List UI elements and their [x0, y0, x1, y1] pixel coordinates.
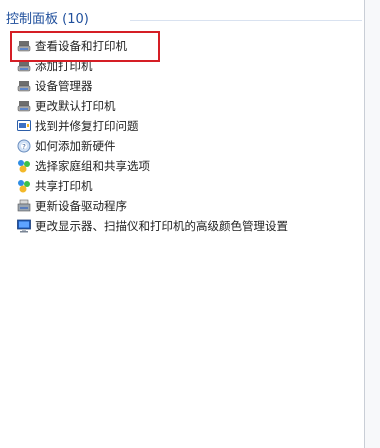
list-item-color-management[interactable]: 更改显示器、扫描仪和打印机的高级颜色管理设置 — [16, 216, 362, 236]
list-item-fix-printing-problems[interactable]: 找到并修复打印问题 — [16, 116, 362, 136]
search-results-panel: 控制面板 (10) 查看设备和打印机 添加打印机 设备管理器 更改默认打印机 找… — [0, 0, 364, 448]
svg-text:?: ? — [22, 143, 26, 151]
list-item-label: 更改显示器、扫描仪和打印机的高级颜色管理设置 — [35, 219, 288, 233]
troubleshoot-icon — [16, 118, 32, 134]
device-driver-icon — [16, 198, 32, 214]
result-list: 查看设备和打印机 添加打印机 设备管理器 更改默认打印机 找到并修复打印问题 ?… — [16, 36, 362, 236]
homegroup-icon — [16, 178, 32, 194]
monitor-icon — [16, 218, 32, 234]
list-item-label: 更新设备驱动程序 — [35, 199, 127, 213]
printer-devices-icon — [16, 38, 32, 54]
help-icon: ? — [16, 138, 32, 154]
list-item-add-printer[interactable]: 添加打印机 — [16, 56, 362, 76]
list-item-update-drivers[interactable]: 更新设备驱动程序 — [16, 196, 362, 216]
list-item-how-to-add-hardware[interactable]: ? 如何添加新硬件 — [16, 136, 362, 156]
printer-devices-icon — [16, 58, 32, 74]
list-item-label: 共享打印机 — [35, 179, 93, 193]
list-item-device-manager[interactable]: 设备管理器 — [16, 76, 362, 96]
list-item-label: 查看设备和打印机 — [35, 39, 127, 53]
list-item-label: 找到并修复打印问题 — [35, 119, 139, 133]
list-item-view-devices-printers[interactable]: 查看设备和打印机 — [16, 36, 362, 56]
list-item-share-printer[interactable]: 共享打印机 — [16, 176, 362, 196]
homegroup-icon — [16, 158, 32, 174]
list-item-label: 选择家庭组和共享选项 — [35, 159, 150, 173]
list-item-label: 设备管理器 — [35, 79, 93, 93]
list-item-change-default-printer[interactable]: 更改默认打印机 — [16, 96, 362, 116]
list-item-label: 添加打印机 — [35, 59, 93, 73]
group-header: 控制面板 (10) — [6, 12, 89, 27]
right-gutter — [365, 0, 380, 448]
printer-devices-icon — [16, 78, 32, 94]
list-item-homegroup-sharing[interactable]: 选择家庭组和共享选项 — [16, 156, 362, 176]
printer-devices-icon — [16, 98, 32, 114]
list-item-label: 更改默认打印机 — [35, 99, 116, 113]
group-divider — [130, 20, 362, 21]
list-item-label: 如何添加新硬件 — [35, 139, 116, 153]
